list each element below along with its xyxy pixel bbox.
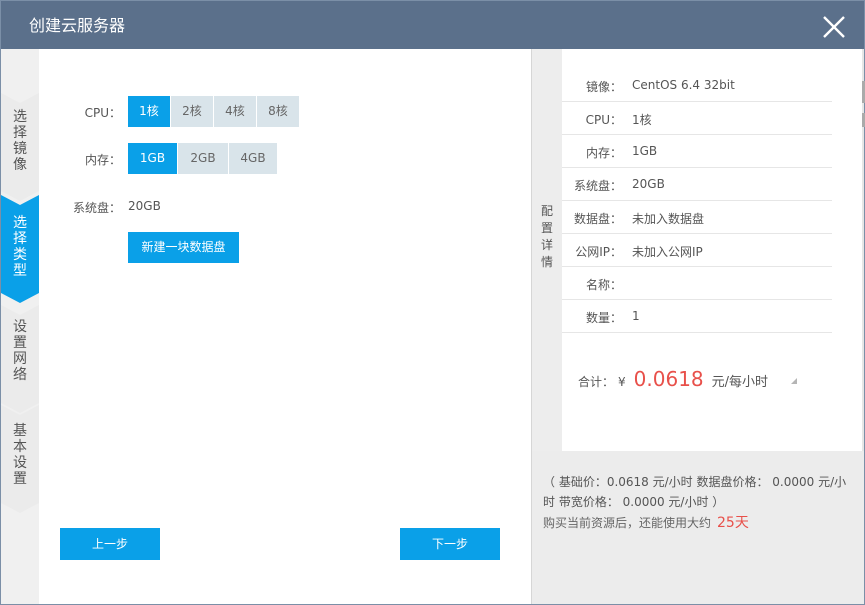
detail-value: CentOS 6.4 32bit [632,78,735,92]
detail-row: 数据盘： 未加入数据盘 [562,201,832,234]
cpu-option-1[interactable]: 1核 [128,96,170,127]
total-amount: 0.0618 [633,367,704,391]
step-label: 设置网络 [13,319,27,383]
remaining-days: 25天 [717,515,749,531]
detail-value: 20GB [632,177,665,191]
detail-key: 公网IP： [575,245,622,259]
step-basic-settings[interactable]: 基本设置 [1,405,39,515]
memory-option-4gb[interactable]: 4GB [229,143,277,174]
detail-key: 镜像： [585,80,622,94]
memory-selector: 1GB 2GB 4GB [128,143,278,174]
price-breakdown: （ 基础价：0.0618 元/小时 数据盘价格： 0.0000 元/小时 带宽价… [531,451,864,604]
detail-row: 镜像： CentOS 6.4 32bit [562,69,832,102]
next-step-button[interactable]: 下一步 [400,528,500,560]
total-price: 合计： ¥0.0618 元/每小时 [578,367,768,391]
details-tab[interactable]: 配置详情 [531,49,562,451]
add-data-disk-button[interactable]: 新建一块数据盘 [128,232,239,263]
cpu-option-8[interactable]: 8核 [257,96,299,127]
price-breakdown-text: （ 基础价：0.0618 元/小时 数据盘价格： 0.0000 元/小时 带宽价… [543,475,847,509]
memory-option-1gb[interactable]: 1GB [128,143,177,174]
details-tab-label: 配置详情 [541,204,554,269]
memory-option-2gb[interactable]: 2GB [178,143,228,174]
currency-symbol: ¥ [618,375,626,389]
memory-label: 内存： [84,153,121,167]
prev-step-button[interactable]: 上一步 [60,528,160,560]
step-label: 基本设置 [13,423,27,487]
step-select-type[interactable]: 选择类型 [1,195,39,305]
config-details-panel: 镜像： CentOS 6.4 32bit CPU： 1核 内存： 1GB 系统盘… [562,49,864,451]
close-icon[interactable] [822,15,846,39]
step-network[interactable]: 设置网络 [1,305,39,415]
detail-row: 系统盘： 20GB [562,168,832,201]
detail-row: 名称： [562,267,832,300]
create-server-dialog: 创建云服务器 选择镜像 选择类型 设置网络 基本设置 CPU： 1核 2核 4核… [0,0,865,605]
detail-key: 名称： [585,278,622,292]
step-label: 选择类型 [13,215,27,279]
config-form: CPU： 1核 2核 4核 8核 内存： 1GB 2GB 4GB 系统盘： 20… [39,49,531,604]
detail-row: 内存： 1GB [562,135,832,168]
dialog-title: 创建云服务器 [29,16,126,35]
detail-value: 1核 [632,113,652,127]
total-unit: 元/每小时 [711,375,769,390]
detail-key: 系统盘： [573,179,622,193]
detail-value: 1GB [632,144,658,158]
system-disk-value: 20GB [128,199,161,213]
detail-key: CPU： [585,113,622,127]
cpu-option-2[interactable]: 2核 [171,96,213,127]
cpu-option-4[interactable]: 4核 [214,96,256,127]
total-label: 合计： [578,375,615,389]
detail-key: 内存： [585,146,622,160]
step-rail: 选择镜像 选择类型 设置网络 基本设置 [1,49,39,604]
detail-key: 数量： [585,311,622,325]
detail-row: CPU： 1核 [562,102,832,135]
system-disk-label: 系统盘： [72,201,121,215]
cpu-selector: 1核 2核 4核 8核 [128,96,300,127]
scroll-track [862,49,864,451]
remaining-usage-text: 购买当前资源后，还能使用大约 [543,516,712,530]
cpu-label: CPU： [84,106,121,120]
resize-corner-icon [791,378,797,384]
step-label: 选择镜像 [13,109,27,173]
title-bar: 创建云服务器 [1,1,864,49]
detail-value: 未加入公网IP [632,245,703,259]
step-select-image[interactable]: 选择镜像 [1,93,39,203]
remaining-usage: 购买当前资源后，还能使用大约 25天 [543,512,749,532]
detail-row: 公网IP： 未加入公网IP [562,234,832,267]
detail-key: 数据盘： [573,212,622,226]
detail-value: 未加入数据盘 [632,212,705,226]
detail-value: 1 [632,309,640,323]
detail-row: 数量： 1 [562,300,832,333]
